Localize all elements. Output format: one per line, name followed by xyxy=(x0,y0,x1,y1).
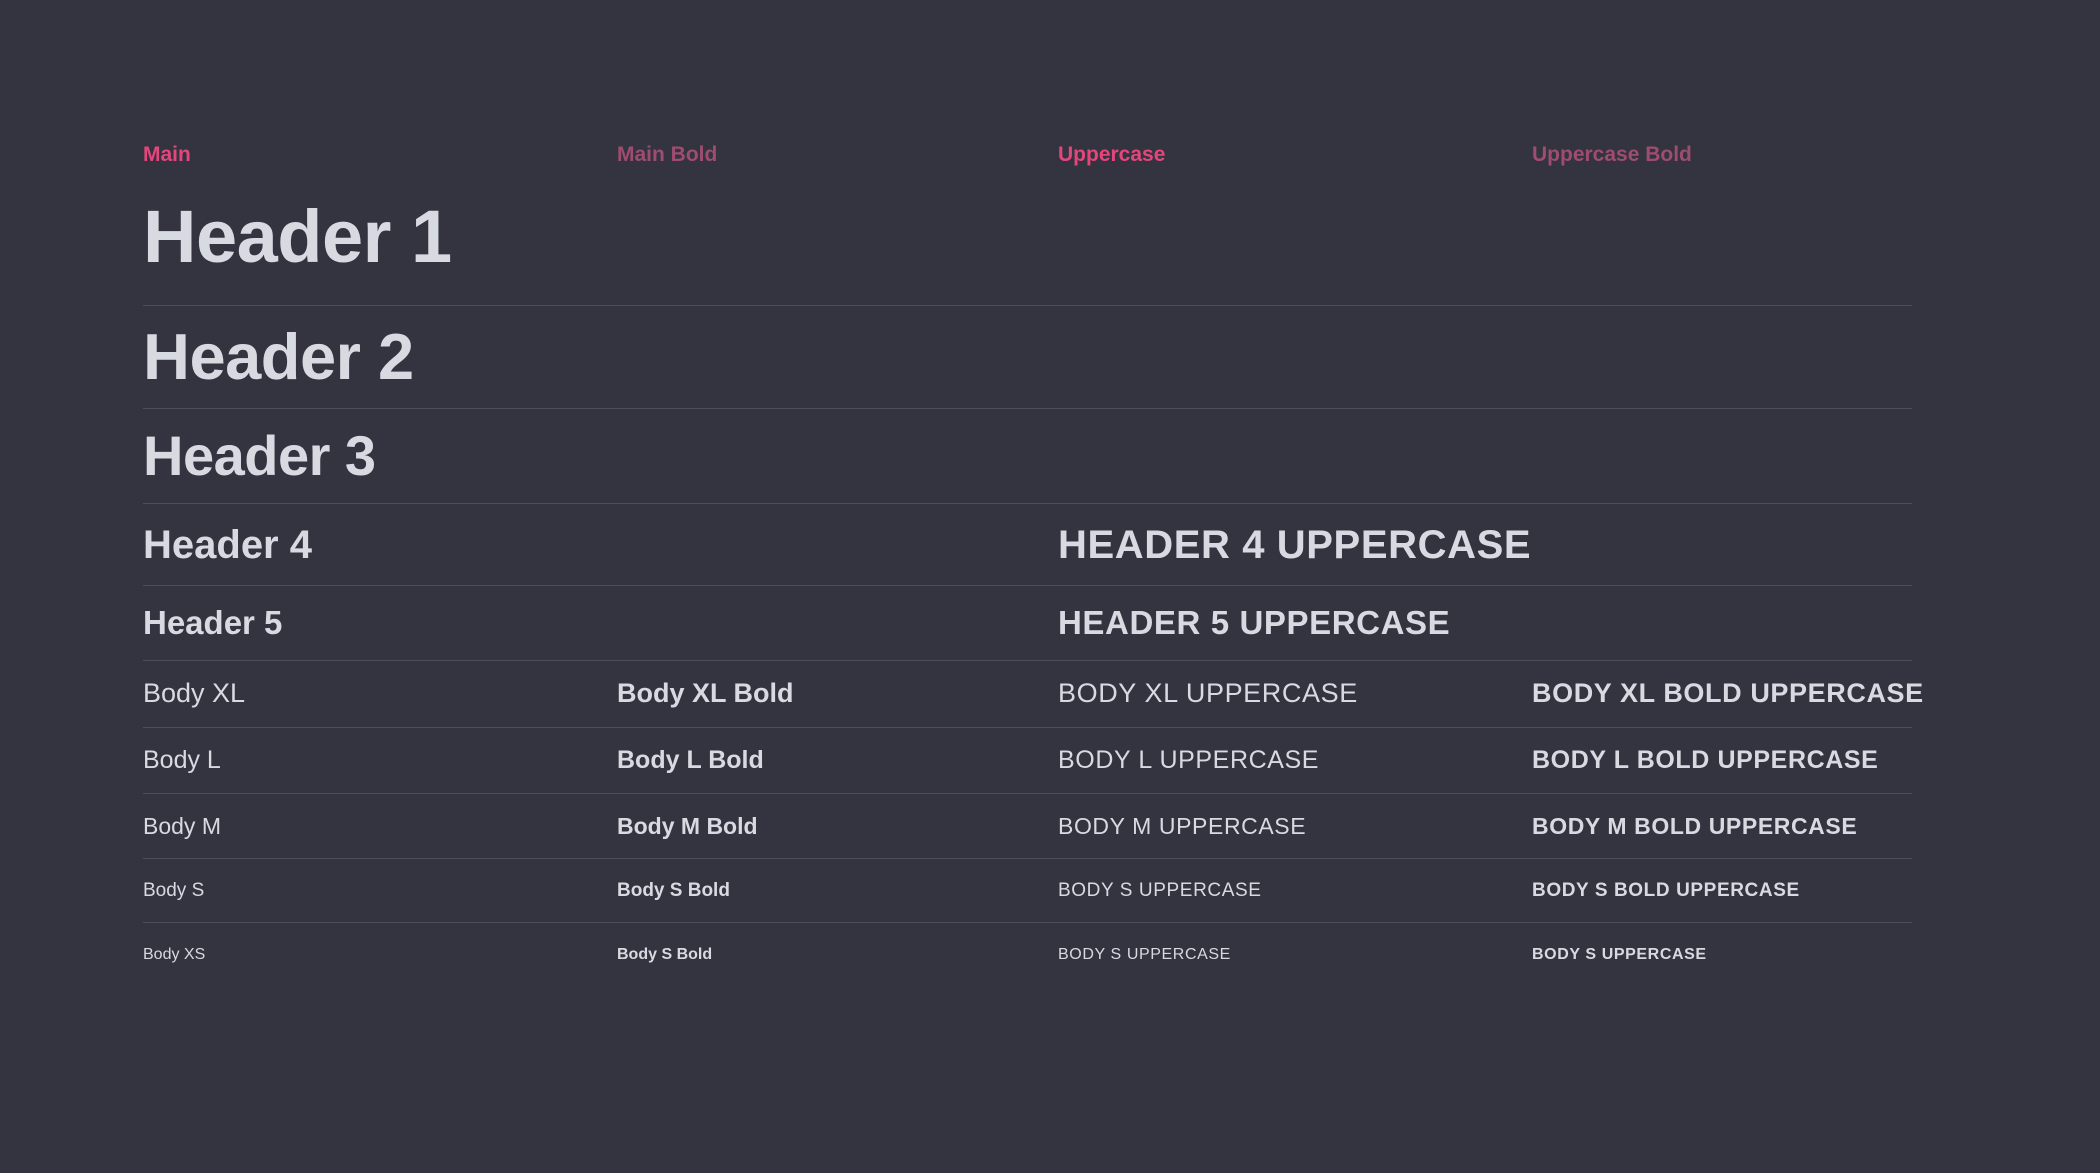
row-body-l: Body L Body L Bold BODY L UPPERCASE BODY… xyxy=(143,728,1912,794)
row-header-5: Header 5 HEADER 5 UPPERCASE xyxy=(143,586,1912,661)
specimen-body-xs-uppercase-bold: BODY S UPPERCASE xyxy=(1532,946,1912,964)
column-header-uppercase-bold: Uppercase Bold xyxy=(1532,142,1912,168)
row-body-m: Body M Body M Bold BODY M UPPERCASE BODY… xyxy=(143,794,1912,859)
specimen-body-xl-uppercase-bold: BODY XL BOLD UPPERCASE xyxy=(1532,678,1912,709)
specimen-body-l-bold: Body L Bold xyxy=(617,746,1058,775)
specimen-body-l: Body L xyxy=(143,746,617,775)
specimen-header-5: Header 5 xyxy=(143,604,617,642)
row-header-2: Header 2 xyxy=(143,306,1912,409)
specimen-body-xl-bold: Body XL Bold xyxy=(617,678,1058,709)
row-header-4: Header 4 HEADER 4 UPPERCASE xyxy=(143,504,1912,586)
specimen-body-m: Body M xyxy=(143,813,617,839)
specimen-body-l-uppercase: BODY L UPPERCASE xyxy=(1058,746,1532,775)
specimen-body-s: Body S xyxy=(143,880,617,902)
column-header-main-bold: Main Bold xyxy=(617,142,1058,168)
column-header-main: Main xyxy=(143,142,617,168)
specimen-body-xl: Body XL xyxy=(143,678,617,709)
specimen-body-l-uppercase-bold: BODY L BOLD UPPERCASE xyxy=(1532,746,1912,775)
specimen-body-xs-bold: Body S Bold xyxy=(617,946,1058,964)
row-header-1: Header 1 xyxy=(143,168,1912,306)
specimen-body-xs: Body XS xyxy=(143,946,617,964)
row-header-3: Header 3 xyxy=(143,409,1912,504)
row-body-s: Body S Body S Bold BODY S UPPERCASE BODY… xyxy=(143,859,1912,923)
column-header-uppercase: Uppercase xyxy=(1058,142,1532,168)
column-headers-row: Main Main Bold Uppercase Uppercase Bold xyxy=(143,142,1912,168)
specimen-header-4-uppercase: HEADER 4 UPPERCASE xyxy=(1058,522,1532,568)
specimen-body-m-bold: Body M Bold xyxy=(617,813,1058,839)
row-body-xs: Body XS Body S Bold BODY S UPPERCASE BOD… xyxy=(143,923,1912,987)
specimen-body-s-uppercase: BODY S UPPERCASE xyxy=(1058,880,1532,902)
specimen-sheet: Main Main Bold Uppercase Uppercase Bold … xyxy=(143,0,1912,987)
specimen-body-m-uppercase: BODY M UPPERCASE xyxy=(1058,813,1532,839)
specimen-header-5-uppercase: HEADER 5 UPPERCASE xyxy=(1058,604,1532,642)
specimen-body-s-uppercase-bold: BODY S BOLD UPPERCASE xyxy=(1532,880,1912,902)
specimen-body-xs-uppercase: BODY S UPPERCASE xyxy=(1058,946,1532,964)
specimen-header-3: Header 3 xyxy=(143,424,617,488)
specimen-body-s-bold: Body S Bold xyxy=(617,880,1058,902)
specimen-body-xl-uppercase: BODY XL UPPERCASE xyxy=(1058,678,1532,709)
typography-specimen-page: Main Main Bold Uppercase Uppercase Bold … xyxy=(0,0,2100,1173)
specimen-header-2: Header 2 xyxy=(143,320,617,395)
row-body-xl: Body XL Body XL Bold BODY XL UPPERCASE B… xyxy=(143,661,1912,728)
specimen-header-4: Header 4 xyxy=(143,522,617,568)
specimen-header-1: Header 1 xyxy=(143,194,617,279)
specimen-body-m-uppercase-bold: BODY M BOLD UPPERCASE xyxy=(1532,813,1912,839)
